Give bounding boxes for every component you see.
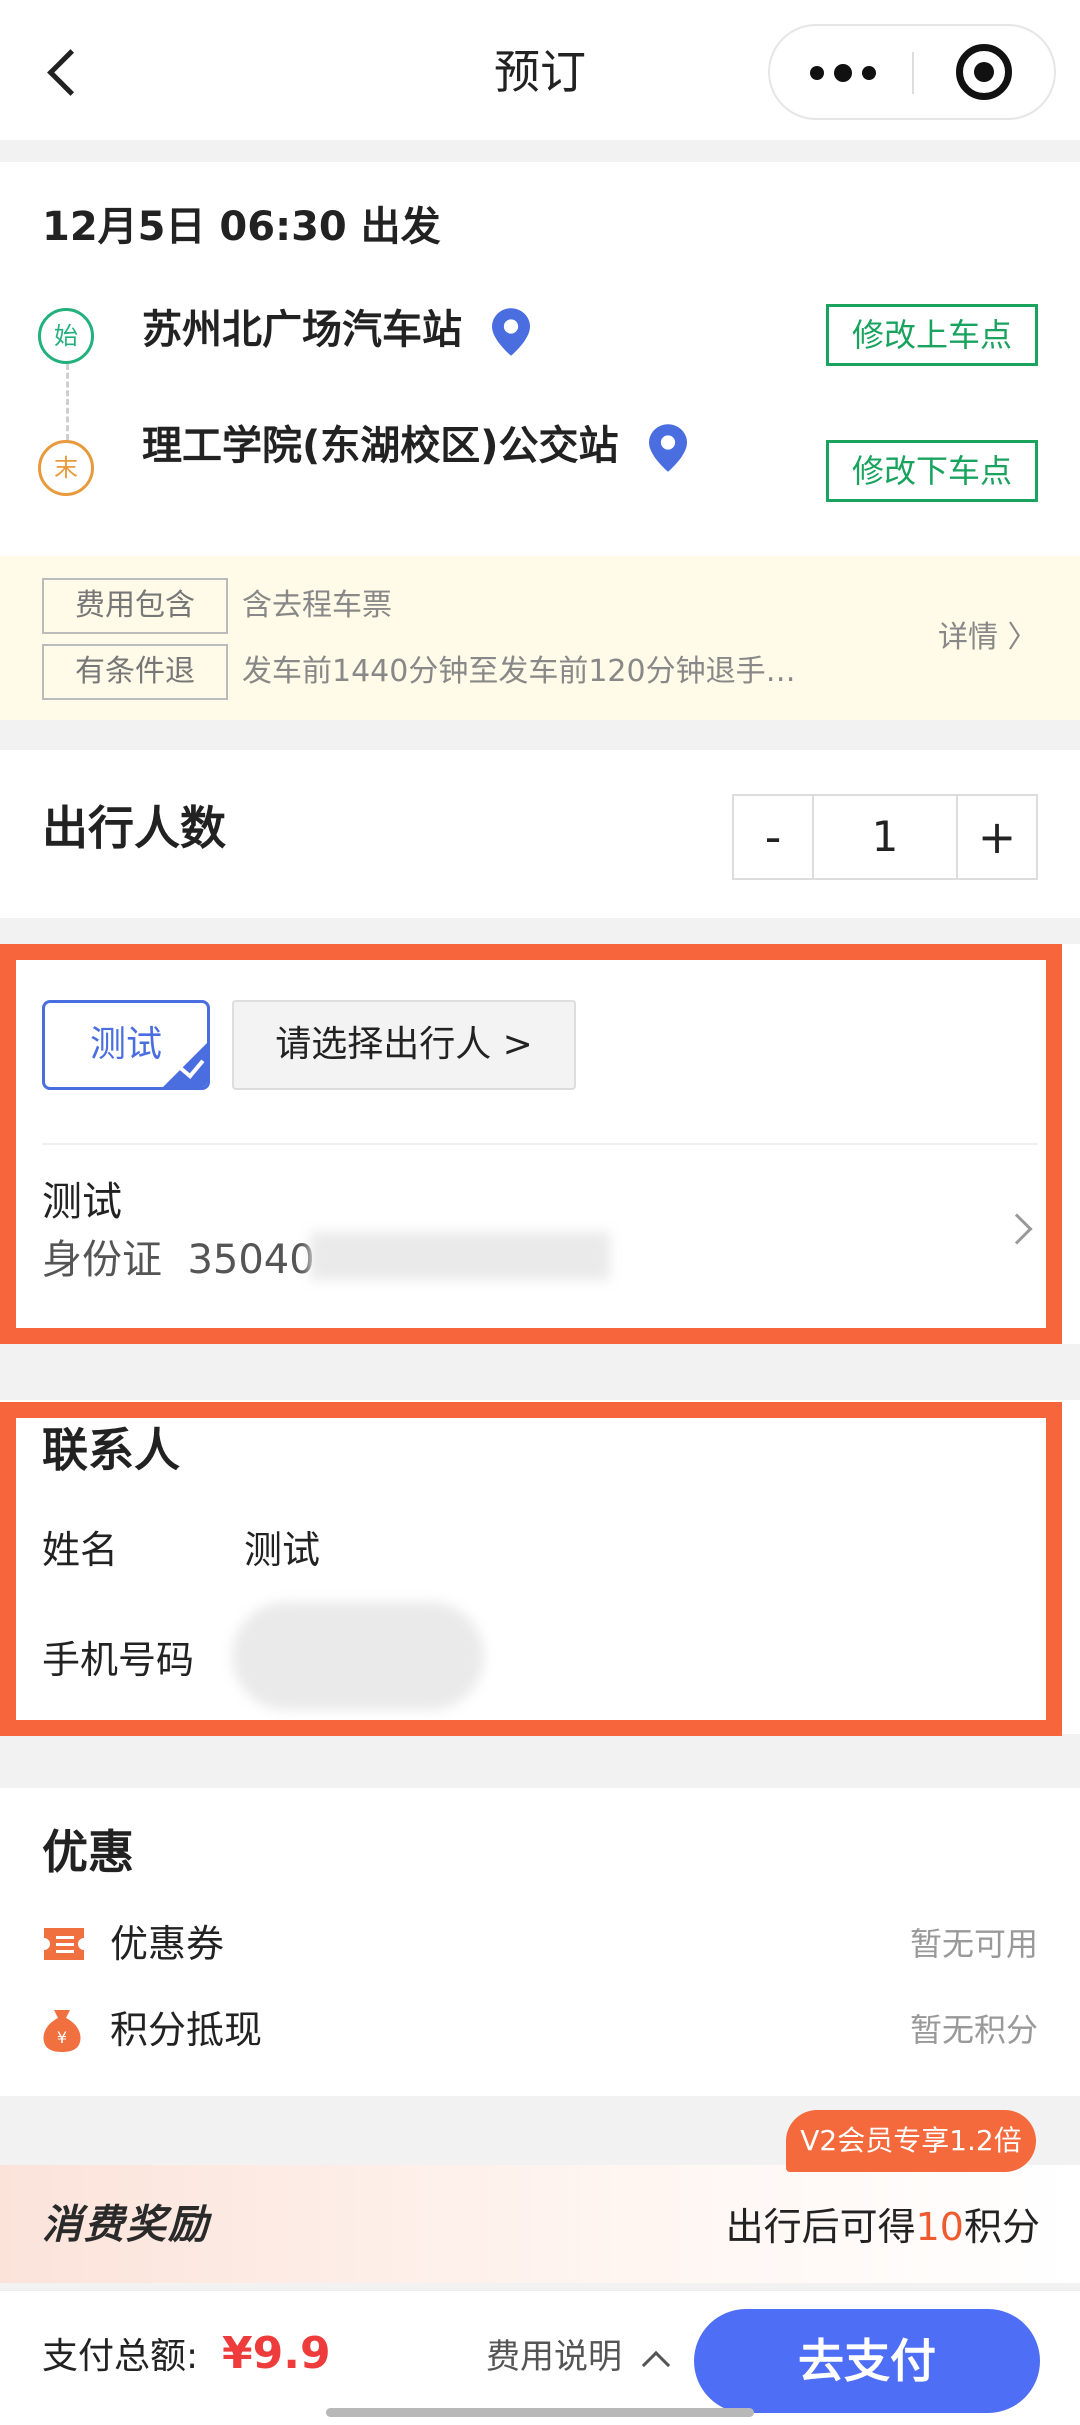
points-label: 积分抵现 <box>110 2008 263 2052</box>
capsule-divider <box>912 52 914 94</box>
id-number-prefix: 35040 <box>187 1237 315 1283</box>
start-station-name: 苏州北广场汽车站 <box>142 307 462 353</box>
fee-explanation-button[interactable]: 费用说明 <box>486 2331 622 2383</box>
total-amount: ¥9.9 <box>222 2328 331 2379</box>
fee-policy-strip[interactable]: 费用包含 含去程车票 有条件退 发车前1440分钟至发车前120分钟退手… 详情… <box>0 556 1080 720</box>
location-pin-icon[interactable] <box>491 308 530 356</box>
redacted-id-blur <box>310 1232 610 1280</box>
reward-points: 10 <box>915 2205 964 2249</box>
reward-banner: 消费奖励 出行后可得10积分 <box>0 2165 1080 2283</box>
coupon-value[interactable]: 暂无可用 <box>910 1918 1038 1970</box>
traveler-quantity-stepper: - 1 + <box>732 794 1038 880</box>
selected-passenger-name: 测试 <box>89 1024 162 1065</box>
refund-condition-text: 发车前1440分钟至发车前120分钟退手… <box>242 654 796 689</box>
divider <box>42 1143 1038 1145</box>
coupon-label: 优惠券 <box>110 1922 225 1966</box>
top-nav-bar: 预订 <box>0 0 1080 140</box>
fee-included-text: 含去程车票 <box>242 588 392 623</box>
start-badge: 始 <box>38 308 94 364</box>
departure-datetime: 12月5日 06:30 出发 <box>42 204 441 250</box>
vip-multiplier-badge: V2会员专享1.2倍 <box>786 2110 1036 2172</box>
traveler-count-title: 出行人数 <box>42 801 226 855</box>
choose-passenger-button[interactable]: 请选择出行人 > <box>232 1000 576 1090</box>
more-dots-icon[interactable] <box>770 26 912 118</box>
pay-button[interactable]: 去支付 <box>694 2309 1040 2413</box>
route-dashed-line <box>66 364 69 440</box>
fee-included-tag: 费用包含 <box>42 578 228 634</box>
svg-text:¥: ¥ <box>57 2028 67 2047</box>
reward-text-before: 出行后可得 <box>725 2205 916 2249</box>
home-indicator <box>326 2408 754 2417</box>
traveler-count-value[interactable]: 1 <box>816 796 954 878</box>
chevron-up-icon[interactable] <box>641 2350 671 2380</box>
close-target-icon[interactable] <box>916 26 1056 118</box>
redacted-phone-blur <box>232 1602 484 1710</box>
contact-name-value[interactable]: 测试 <box>244 1524 320 1576</box>
reward-text-after: 积分 <box>963 2205 1040 2249</box>
bottom-pay-bar: 支付总额: ¥9.9 费用说明 去支付 <box>0 2290 1080 2425</box>
end-station-name: 理工学院(东湖校区)公交站 <box>142 423 619 469</box>
passenger-id: 身份证 35040 <box>42 1234 315 1286</box>
reward-logo: 消费奖励 <box>42 2202 210 2248</box>
detail-label: 详情 <box>938 620 998 655</box>
end-station: 理工学院(东湖校区)公交站 <box>142 420 687 472</box>
increase-button[interactable]: + <box>956 796 1036 878</box>
refund-condition-tag: 有条件退 <box>42 644 228 700</box>
change-dropoff-button[interactable]: 修改下车点 <box>826 440 1038 502</box>
contact-title: 联系人 <box>42 1423 180 1477</box>
selected-passenger-chip[interactable]: 测试 <box>42 1000 210 1090</box>
reward-text: 出行后可得10积分 <box>726 2201 1040 2253</box>
policy-detail-link[interactable]: 详情 〉 <box>938 610 1038 666</box>
change-pickup-button[interactable]: 修改上车点 <box>826 304 1038 366</box>
offers-title: 优惠 <box>42 1825 134 1879</box>
coupon-icon <box>44 1928 84 1960</box>
mini-program-capsule <box>768 24 1056 120</box>
start-station: 苏州北广场汽车站 <box>142 304 530 356</box>
chevron-right-icon: 〉 <box>1007 620 1038 655</box>
total-label: 支付总额: <box>42 2336 199 2377</box>
id-type-label: 身份证 <box>42 1237 162 1283</box>
end-badge: 末 <box>38 440 94 496</box>
contact-phone-label: 手机号码 <box>42 1638 195 1682</box>
passenger-name: 测试 <box>42 1179 122 1225</box>
contact-name-label: 姓名 <box>42 1528 119 1572</box>
money-bag-icon: ¥ <box>43 2010 81 2052</box>
decrease-button[interactable]: - <box>734 796 814 878</box>
location-pin-icon[interactable] <box>648 424 687 472</box>
points-value[interactable]: 暂无积分 <box>910 2004 1038 2056</box>
